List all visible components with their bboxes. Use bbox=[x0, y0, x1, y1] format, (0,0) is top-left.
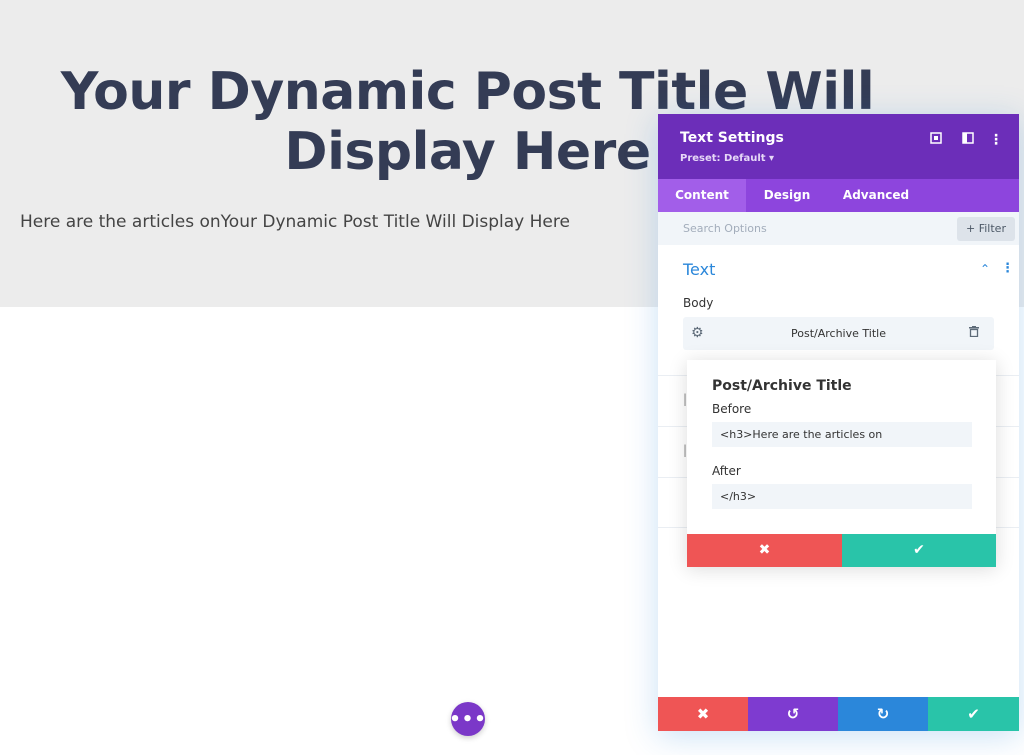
panel-header: Text Settings Preset: Default ▾ ⋮ bbox=[658, 114, 1019, 179]
redo-button[interactable]: ↻ bbox=[838, 697, 928, 731]
preset-dropdown[interactable]: Preset: Default ▾ bbox=[680, 153, 774, 164]
undo-button[interactable]: ↺ bbox=[748, 697, 838, 731]
panel-title: Text Settings bbox=[680, 130, 784, 146]
chevron-up-icon[interactable]: ⌃ bbox=[980, 262, 990, 276]
kebab-icon[interactable]: ⋮ bbox=[988, 132, 1004, 148]
after-input[interactable] bbox=[712, 484, 972, 509]
sidebar-icon[interactable] bbox=[960, 132, 976, 148]
before-input[interactable] bbox=[712, 422, 972, 447]
tab-content[interactable]: Content bbox=[658, 179, 746, 212]
page-settings-fab[interactable]: ••• bbox=[449, 702, 486, 736]
after-label: After bbox=[712, 464, 741, 478]
search-input[interactable]: Search Options bbox=[683, 212, 767, 245]
body-label: Body bbox=[683, 296, 714, 310]
popup-title: Post/Archive Title bbox=[712, 378, 852, 394]
before-label: Before bbox=[712, 402, 752, 416]
tab-bar: Content Design Advanced bbox=[658, 179, 1019, 212]
save-button[interactable]: ✔ bbox=[928, 697, 1019, 731]
dynamic-content-label: Post/Archive Title bbox=[791, 327, 886, 340]
expand-icon[interactable] bbox=[928, 132, 944, 148]
discard-button[interactable]: ✖ bbox=[658, 697, 748, 731]
popup-cancel-button[interactable]: ✖ bbox=[687, 534, 842, 567]
search-row: Search Options + Filter bbox=[658, 212, 1019, 245]
text-module-output: Here are the articles onYour Dynamic Pos… bbox=[20, 212, 570, 232]
filter-button[interactable]: + Filter bbox=[957, 217, 1015, 241]
dynamic-content-settings-popup: Post/Archive Title Before After ✖ ✔ bbox=[687, 360, 996, 567]
section-toggle-text[interactable]: Text bbox=[683, 260, 715, 279]
tab-advanced[interactable]: Advanced bbox=[828, 179, 924, 212]
popup-confirm-button[interactable]: ✔ bbox=[842, 534, 996, 567]
dynamic-content-field[interactable]: ⚙ Post/Archive Title bbox=[683, 317, 994, 350]
trash-icon[interactable] bbox=[969, 317, 979, 350]
section-kebab-icon[interactable]: ⋮ bbox=[1001, 261, 1014, 276]
tab-design[interactable]: Design bbox=[746, 179, 828, 212]
